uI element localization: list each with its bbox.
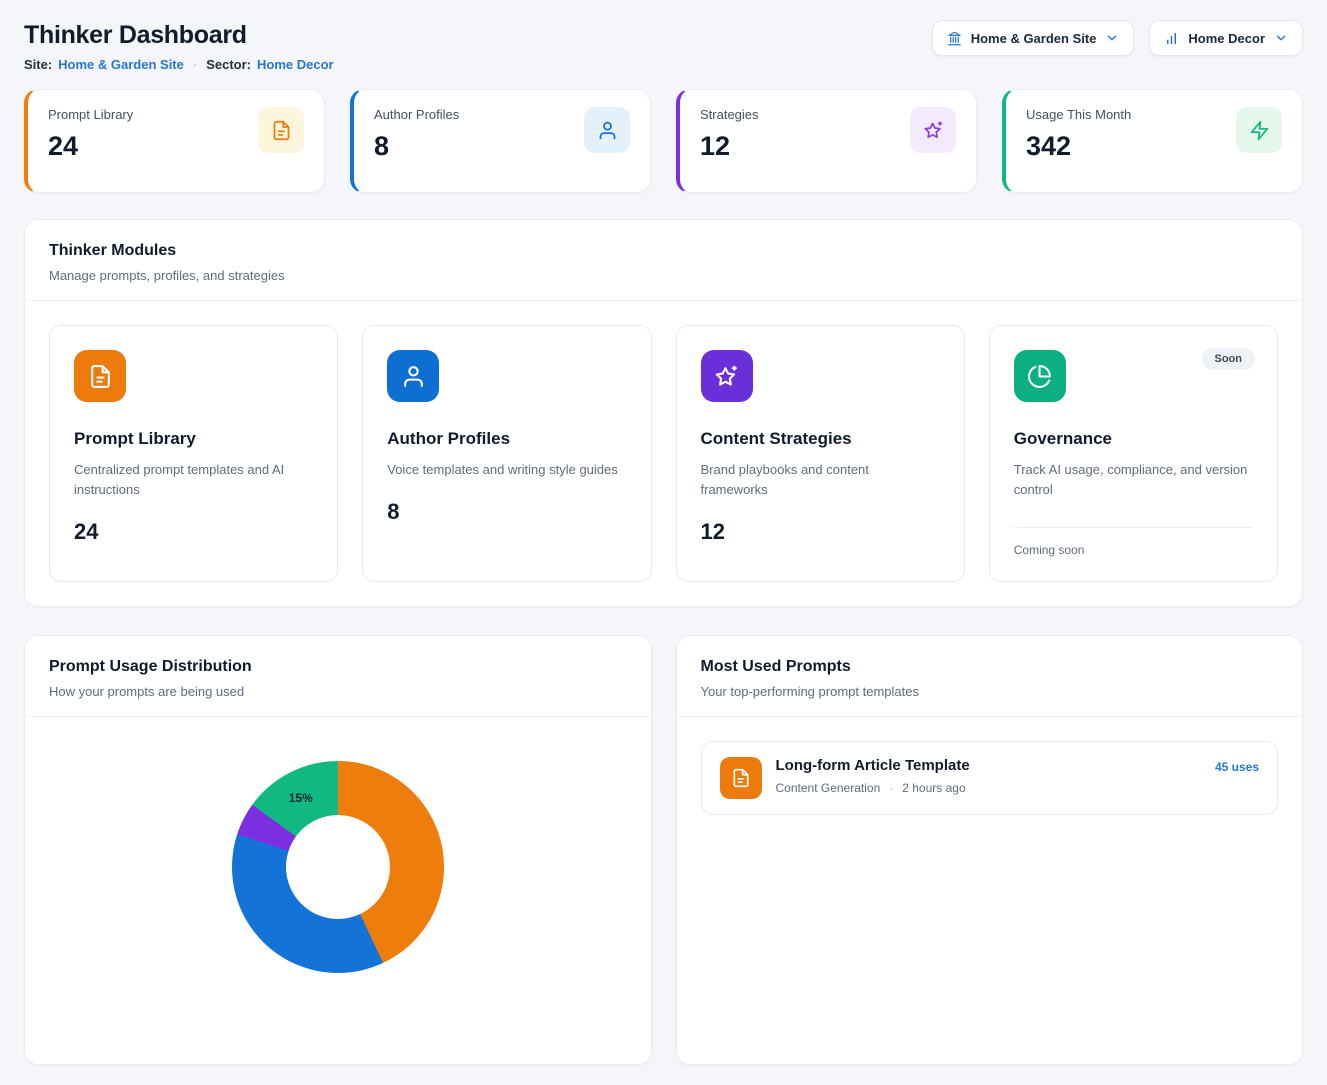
page-title: Thinker Dashboard	[24, 20, 334, 50]
bar-chart-icon	[1164, 31, 1179, 46]
sparkle-star-icon	[701, 350, 753, 402]
prompt-item-body: Long-form Article Template Content Gener…	[776, 757, 1201, 799]
site-selector-dropdown[interactable]: Home & Garden Site	[932, 20, 1135, 56]
stats-row: Prompt Library 24 Author Profiles 8 Stra…	[24, 89, 1303, 193]
module-description: Voice templates and writing style guides	[387, 460, 623, 480]
stat-label: Author Profiles	[374, 107, 459, 122]
modules-panel-header: Thinker Modules Manage prompts, profiles…	[25, 220, 1302, 300]
usage-panel-subtitle: How your prompts are being used	[49, 684, 627, 699]
prompts-panel-title: Most Used Prompts	[701, 658, 1279, 676]
module-title: Governance	[1014, 429, 1253, 449]
prompt-list: Long-form Article Template Content Gener…	[677, 717, 1303, 839]
module-card-prompt-library[interactable]: Prompt Library Centralized prompt templa…	[49, 325, 338, 582]
usage-distribution-panel: Prompt Usage Distribution How your promp…	[24, 635, 652, 1065]
chart-area: 15%	[25, 761, 651, 973]
sector-label: Sector:	[206, 57, 251, 72]
modules-panel-title: Thinker Modules	[49, 242, 1278, 260]
divider	[1014, 527, 1253, 528]
site-label: Site:	[24, 57, 52, 72]
prompt-item-meta: Content Generation · 2 hours ago	[776, 781, 1201, 795]
module-description: Centralized prompt templates and AI inst…	[74, 460, 310, 500]
prompts-panel-header: Most Used Prompts Your top-performing pr…	[677, 636, 1303, 716]
stat-label: Usage This Month	[1026, 107, 1131, 122]
stat-text: Usage This Month 342	[1026, 107, 1131, 175]
modules-panel-subtitle: Manage prompts, profiles, and strategies	[49, 268, 1278, 283]
site-sector-subtitle: Site: Home & Garden Site · Sector: Home …	[24, 57, 334, 72]
usage-panel-title: Prompt Usage Distribution	[49, 658, 627, 676]
module-count: 12	[701, 519, 940, 545]
usage-panel-header: Prompt Usage Distribution How your promp…	[25, 636, 651, 716]
site-link[interactable]: Home & Garden Site	[58, 57, 184, 72]
stat-value: 12	[700, 131, 759, 162]
module-count: 8	[387, 499, 626, 525]
module-card-content-strategies[interactable]: Content Strategies Brand playbooks and c…	[676, 325, 965, 582]
site-selector-label: Home & Garden Site	[971, 31, 1097, 46]
prompt-item-title: Long-form Article Template	[776, 757, 1201, 774]
module-description: Track AI usage, compliance, and version …	[1014, 460, 1250, 500]
user-icon	[387, 350, 439, 402]
stat-text: Author Profiles 8	[374, 107, 459, 175]
header-left: Thinker Dashboard Site: Home & Garden Si…	[24, 20, 334, 72]
coming-soon-label: Coming soon	[1014, 543, 1253, 557]
soon-badge: Soon	[1202, 348, 1256, 370]
bottom-row: Prompt Usage Distribution How your promp…	[24, 635, 1303, 1065]
module-title: Author Profiles	[387, 429, 626, 449]
module-title: Prompt Library	[74, 429, 313, 449]
prompt-item-time: 2 hours ago	[902, 781, 965, 795]
document-icon	[258, 107, 304, 153]
modules-panel: Thinker Modules Manage prompts, profiles…	[24, 219, 1303, 607]
stat-card-strategies: Strategies 12	[676, 89, 977, 193]
prompt-item-category: Content Generation	[776, 781, 881, 795]
sector-selector-dropdown[interactable]: Home Decor	[1149, 20, 1303, 56]
prompts-panel-subtitle: Your top-performing prompt templates	[701, 684, 1279, 699]
chevron-down-icon	[1274, 31, 1288, 45]
stat-label: Strategies	[700, 107, 759, 122]
subtitle-separator: ·	[190, 57, 200, 72]
stat-value: 24	[48, 131, 133, 162]
pie-chart-icon	[1014, 350, 1066, 402]
sector-selector-label: Home Decor	[1188, 31, 1265, 46]
stat-text: Strategies 12	[700, 107, 759, 175]
module-title: Content Strategies	[701, 429, 940, 449]
page-header: Thinker Dashboard Site: Home & Garden Si…	[24, 20, 1303, 72]
dashboard-page: Thinker Dashboard Site: Home & Garden Si…	[0, 0, 1327, 1085]
stat-card-prompt-library: Prompt Library 24	[24, 89, 325, 193]
stat-label: Prompt Library	[48, 107, 133, 122]
stat-card-author-profiles: Author Profiles 8	[350, 89, 651, 193]
modules-grid: Prompt Library Centralized prompt templa…	[25, 301, 1302, 606]
sparkle-star-icon	[910, 107, 956, 153]
lightning-icon	[1236, 107, 1282, 153]
uses-badge: 45 uses	[1215, 757, 1259, 799]
sector-link[interactable]: Home Decor	[257, 57, 334, 72]
donut-segment-label: 15%	[289, 791, 313, 805]
stat-value: 342	[1026, 131, 1131, 162]
meta-separator: ·	[889, 781, 893, 795]
module-description: Brand playbooks and content frameworks	[701, 460, 937, 500]
header-controls: Home & Garden Site Home Decor	[932, 20, 1303, 56]
donut-chart: 15%	[232, 761, 444, 973]
chevron-down-icon	[1105, 31, 1119, 45]
most-used-prompts-panel: Most Used Prompts Your top-performing pr…	[676, 635, 1304, 1065]
module-count: 24	[74, 519, 313, 545]
document-icon	[720, 757, 762, 799]
divider	[25, 716, 651, 717]
user-icon	[584, 107, 630, 153]
building-icon	[947, 31, 962, 46]
module-card-author-profiles[interactable]: Author Profiles Voice templates and writ…	[362, 325, 651, 582]
stat-text: Prompt Library 24	[48, 107, 133, 175]
document-icon	[74, 350, 126, 402]
prompt-list-item[interactable]: Long-form Article Template Content Gener…	[701, 741, 1279, 815]
stat-value: 8	[374, 131, 459, 162]
module-card-governance[interactable]: Soon Governance Track AI usage, complian…	[989, 325, 1278, 582]
stat-card-usage: Usage This Month 342	[1002, 89, 1303, 193]
